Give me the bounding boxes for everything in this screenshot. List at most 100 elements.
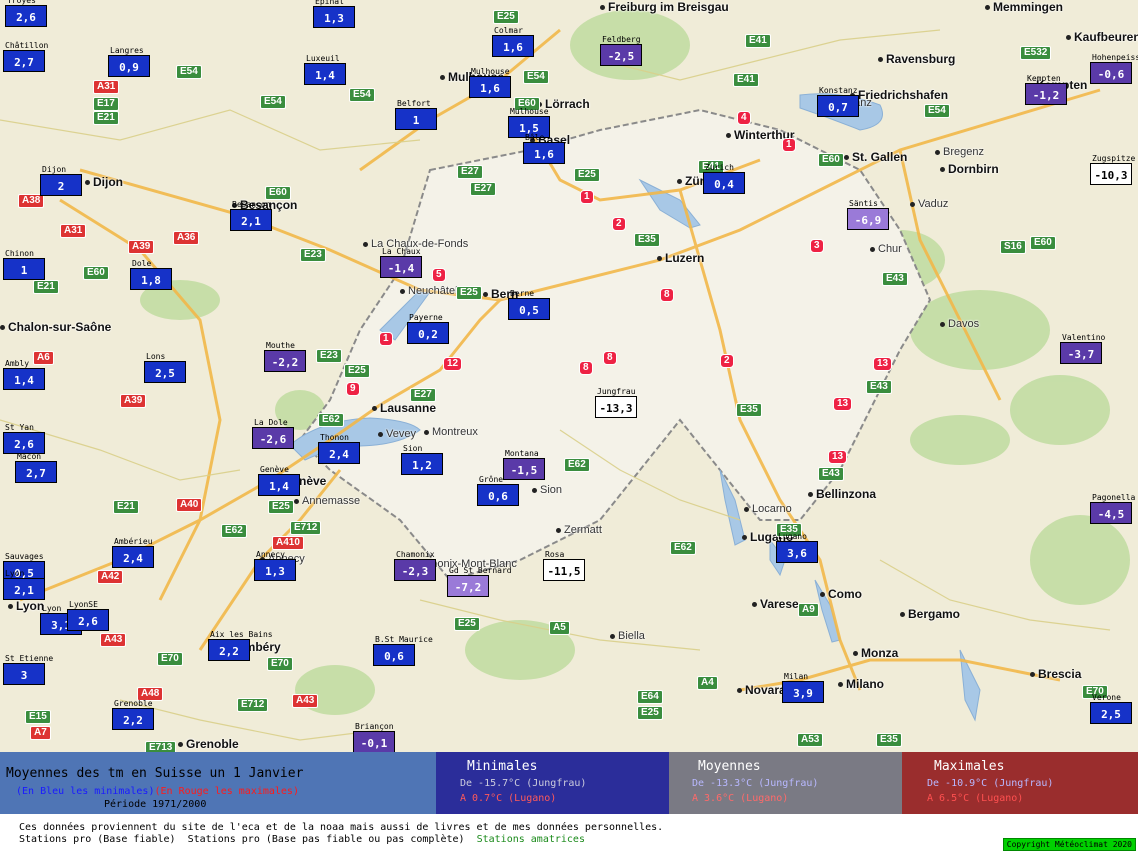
station-marker[interactable]: Montana -1,5 bbox=[503, 449, 545, 480]
station-marker[interactable]: Grône 0,6 bbox=[477, 475, 519, 506]
road-shield: E41 bbox=[733, 73, 759, 87]
road-shield: 13 bbox=[828, 450, 848, 464]
station-marker[interactable]: Zugspitze -10,3 bbox=[1090, 154, 1135, 185]
road-shield: E54 bbox=[523, 70, 549, 84]
station-marker[interactable]: Chinon 1 bbox=[3, 249, 45, 280]
station-marker[interactable]: Dole 1,8 bbox=[130, 259, 172, 290]
place-label: Bergamo bbox=[900, 607, 960, 621]
road-shield: E35 bbox=[634, 233, 660, 247]
station-marker[interactable]: Épinal 1,3 bbox=[313, 0, 355, 28]
station-name: Jungfrau bbox=[597, 387, 636, 396]
station-marker[interactable]: Colmar 1,6 bbox=[492, 26, 534, 57]
station-marker[interactable]: Dijon 2 bbox=[40, 165, 82, 196]
station-marker[interactable]: Lugano 3,6 bbox=[776, 532, 818, 563]
station-name: Mulhouse bbox=[510, 107, 549, 116]
station-name: Payerne bbox=[409, 313, 443, 322]
station-marker[interactable]: Pagonella -4,5 bbox=[1090, 493, 1135, 524]
station-temperature: 0,6 bbox=[488, 490, 508, 503]
station-marker[interactable]: Payerne 0,2 bbox=[407, 313, 449, 344]
station-marker[interactable]: La Dole -2,6 bbox=[252, 418, 294, 449]
legend-sub-blue: (En Bleu les minimales) bbox=[16, 786, 155, 797]
road-shield: E712 bbox=[237, 698, 269, 712]
station-marker[interactable]: Briançon -0,1 bbox=[353, 722, 395, 752]
station-marker[interactable]: Mouthe -2,2 bbox=[264, 341, 306, 372]
station-marker[interactable]: Hohenpeiss. -0,6 bbox=[1090, 53, 1138, 84]
station-marker[interactable]: St Yan 2,6 bbox=[3, 423, 45, 454]
station-marker[interactable]: Annecy 1,3 bbox=[254, 550, 296, 581]
road-shield: A6 bbox=[33, 351, 54, 365]
station-marker[interactable]: Gd St Bernard -7,2 bbox=[447, 566, 512, 597]
station-name: Gd St Bernard bbox=[449, 566, 512, 575]
station-marker[interactable]: Langres 0,9 bbox=[108, 46, 150, 77]
road-shield: 9 bbox=[346, 382, 360, 396]
station-temperature: 0,2 bbox=[418, 328, 438, 341]
station-temperature: 2,4 bbox=[123, 552, 143, 565]
station-marker[interactable]: Aix les Bains 2,2 bbox=[208, 630, 273, 661]
station-marker[interactable]: La Chaux -1,4 bbox=[380, 247, 422, 278]
place-label: Zermatt bbox=[556, 524, 602, 536]
station-marker[interactable]: Säntis -6,9 bbox=[847, 199, 889, 230]
station-marker[interactable]: Kempten -1,2 bbox=[1025, 74, 1067, 105]
station-marker[interactable]: Zurich 0,4 bbox=[703, 163, 745, 194]
station-name: Thonon bbox=[320, 433, 349, 442]
road-shield: A39 bbox=[120, 394, 147, 408]
station-temperature: 2,2 bbox=[123, 714, 143, 727]
station-marker[interactable]: Grenoble 2,2 bbox=[112, 699, 154, 730]
station-marker[interactable]: Chamonix -2,3 bbox=[394, 550, 436, 581]
road-shield: 2 bbox=[720, 354, 734, 368]
station-marker[interactable]: Feldberg -2,5 bbox=[600, 35, 642, 66]
road-shield: E41 bbox=[745, 34, 771, 48]
road-shield: 1 bbox=[782, 138, 796, 152]
station-temperature: 0,6 bbox=[384, 650, 404, 663]
station-temperature: 1 bbox=[412, 114, 420, 127]
station-name: Grône bbox=[479, 475, 504, 484]
station-marker[interactable]: LyonSE 2,6 bbox=[67, 600, 109, 631]
station-marker[interactable]: Ambérieu 2,4 bbox=[112, 537, 154, 568]
legend-period: Période 1971/2000 bbox=[104, 799, 207, 810]
place-label: Memmingen bbox=[985, 0, 1063, 14]
station-marker[interactable]: Troyes 2,6 bbox=[5, 0, 47, 27]
station-marker[interactable]: Berne 0,5 bbox=[508, 289, 550, 320]
road-shield: E60 bbox=[818, 153, 844, 167]
station-name: Châtillon bbox=[5, 41, 49, 50]
station-marker[interactable]: Belfort 1 bbox=[395, 99, 437, 130]
station-marker[interactable]: Bâle 1,6 bbox=[523, 133, 565, 164]
road-shield: E713 bbox=[145, 741, 177, 752]
station-marker[interactable]: Besançon 2,1 bbox=[230, 200, 272, 231]
station-temperature: -1,4 bbox=[387, 262, 415, 275]
station-marker[interactable]: Thonon 2,4 bbox=[318, 433, 360, 464]
road-shield: E25 bbox=[637, 706, 663, 720]
station-name: Zugspitze bbox=[1092, 154, 1136, 163]
station-name: Milan bbox=[784, 672, 809, 681]
place-label: Ravensburg bbox=[878, 52, 955, 66]
station-marker[interactable]: Ambly 1,4 bbox=[3, 359, 45, 390]
road-shield: E532 bbox=[1020, 46, 1052, 60]
station-marker[interactable]: St Etienne 3 bbox=[3, 654, 53, 685]
station-marker[interactable]: Milan 3,9 bbox=[782, 672, 824, 703]
station-name: B.St Maurice bbox=[375, 635, 433, 644]
station-marker[interactable]: Châtillon 2,7 bbox=[3, 41, 48, 72]
station-marker[interactable]: Jungfrau -13,3 bbox=[595, 387, 637, 418]
station-marker[interactable]: Valentino -3,7 bbox=[1060, 333, 1105, 364]
station-name: Lons bbox=[146, 352, 166, 361]
station-marker[interactable]: Genève 1,4 bbox=[258, 465, 300, 496]
station-marker[interactable]: Macon 2,7 bbox=[15, 452, 57, 483]
station-temperature: 2,2 bbox=[219, 645, 239, 658]
station-marker[interactable]: Mulhouse 1,6 bbox=[469, 67, 511, 98]
station-marker[interactable]: B.St Maurice 0,6 bbox=[373, 635, 433, 666]
station-marker[interactable]: Lons 2,5 bbox=[144, 352, 186, 383]
place-label: Lausanne bbox=[372, 401, 436, 415]
station-marker[interactable]: Luxeuil 1,4 bbox=[304, 54, 346, 85]
legend-title: Moyennes des tm en Suisse un 1 Janvier bbox=[6, 766, 304, 781]
station-marker[interactable]: Verone 2,5 bbox=[1090, 693, 1132, 724]
map-canvas[interactable]: Freiburg im BreisgauMulhouseLörrachBasel… bbox=[0, 0, 1138, 752]
station-marker[interactable]: Sion 1,2 bbox=[401, 444, 443, 475]
road-shield: E54 bbox=[260, 95, 286, 109]
station-name: Chinon bbox=[5, 249, 34, 258]
station-marker[interactable]: Lyon 2,1 bbox=[3, 569, 45, 600]
station-marker[interactable]: Konstanz 0,7 bbox=[817, 86, 859, 117]
station-marker[interactable]: Rosa -11,5 bbox=[543, 550, 585, 581]
road-shield: 1 bbox=[580, 190, 594, 204]
station-name: Lyon bbox=[5, 569, 25, 578]
station-name: Aix les Bains bbox=[210, 630, 273, 639]
